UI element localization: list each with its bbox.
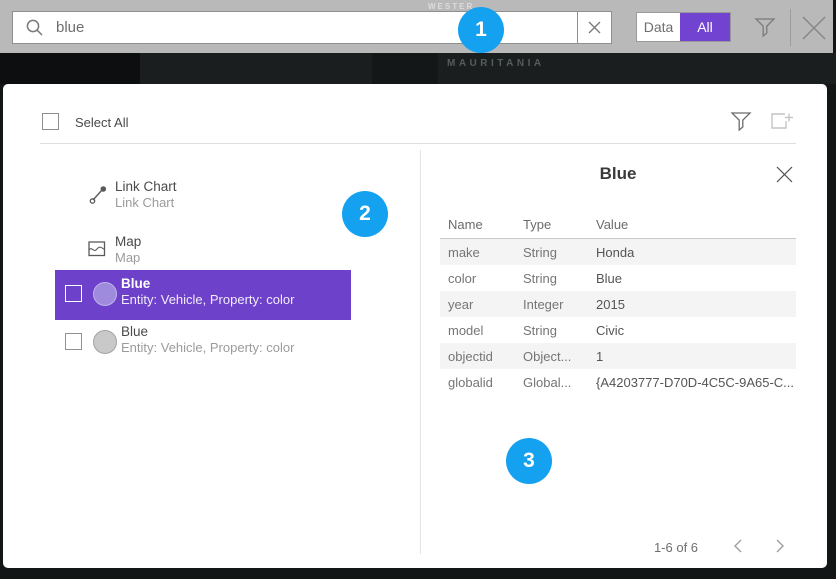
app-window: MAURITANIA 500 Feet WESTER blue Data: [0, 0, 836, 579]
result-checkbox[interactable]: [65, 333, 82, 350]
list-item-subtitle: Entity: Vehicle, Property: color: [121, 292, 294, 307]
list-item-title: Link Chart: [115, 179, 177, 194]
map-landmass: [372, 53, 438, 84]
search-icon: [25, 18, 44, 37]
entity-circle-icon: [93, 282, 117, 306]
annotation-badge-1: 1: [458, 7, 504, 53]
clear-search-button[interactable]: [577, 12, 611, 43]
search-query-text: blue: [56, 19, 84, 36]
scope-data-button[interactable]: Data: [637, 13, 680, 41]
close-icon[interactable]: [775, 165, 794, 184]
add-to-selection-icon[interactable]: [770, 111, 794, 131]
column-header-name: Name: [448, 217, 523, 232]
table-body: make String Honda color String Blue year…: [440, 239, 796, 395]
search-scope-toggle: Data All: [636, 12, 731, 42]
select-all-checkbox[interactable]: [42, 113, 59, 130]
chevron-right-icon[interactable]: [770, 537, 788, 555]
result-checkbox[interactable]: [65, 285, 82, 302]
table-row: color String Blue: [440, 265, 796, 291]
map-label-western-sahara: WESTER: [428, 2, 474, 11]
map-icon: [88, 240, 106, 258]
map-background-bottom: 500 Feet: [0, 568, 836, 579]
column-header-value: Value: [596, 217, 796, 232]
toolbar-divider: [790, 9, 791, 46]
list-detail-divider: [420, 150, 421, 554]
search-box: blue: [12, 11, 612, 44]
panel-header-divider: [40, 143, 796, 144]
table-row: globalid Global... {A4203777-D70D-4C5C-9…: [440, 369, 796, 395]
list-item-title: Map: [115, 234, 141, 249]
column-header-type: Type: [523, 217, 596, 232]
search-results-panel: Select All Link Chart Link Chart: [3, 84, 827, 568]
table-row: make String Honda: [440, 239, 796, 265]
list-item-subtitle: Map: [115, 250, 140, 265]
annotation-badge-2: 2: [342, 191, 388, 237]
table-header-row: Name Type Value: [440, 210, 796, 239]
attribute-table: Name Type Value make String Honda color …: [440, 210, 796, 395]
link-chart-icon: [88, 185, 108, 205]
table-row: model String Civic: [440, 317, 796, 343]
filter-icon[interactable]: [754, 16, 776, 38]
table-row: objectid Object... 1: [440, 343, 796, 369]
close-icon[interactable]: [799, 13, 829, 43]
map-landmass: [0, 53, 140, 84]
annotation-badge-3: 3: [506, 438, 552, 484]
list-item-subtitle: Link Chart: [115, 195, 174, 210]
list-item-title: Blue: [121, 276, 150, 291]
list-item-title: Blue: [121, 324, 148, 339]
map-label-mauritania: MAURITANIA: [447, 58, 545, 69]
search-toolbar: WESTER blue Data All: [0, 0, 833, 53]
pagination-label: 1-6 of 6: [636, 540, 716, 555]
entity-circle-icon: [93, 330, 117, 354]
filter-icon[interactable]: [730, 110, 752, 132]
scope-all-button[interactable]: All: [680, 13, 730, 41]
table-row: year Integer 2015: [440, 291, 796, 317]
list-item-subtitle: Entity: Vehicle, Property: color: [121, 340, 294, 355]
clear-icon: [588, 21, 601, 34]
chevron-left-icon[interactable]: [730, 537, 748, 555]
detail-title: Blue: [440, 164, 796, 184]
select-all-label: Select All: [75, 115, 128, 130]
